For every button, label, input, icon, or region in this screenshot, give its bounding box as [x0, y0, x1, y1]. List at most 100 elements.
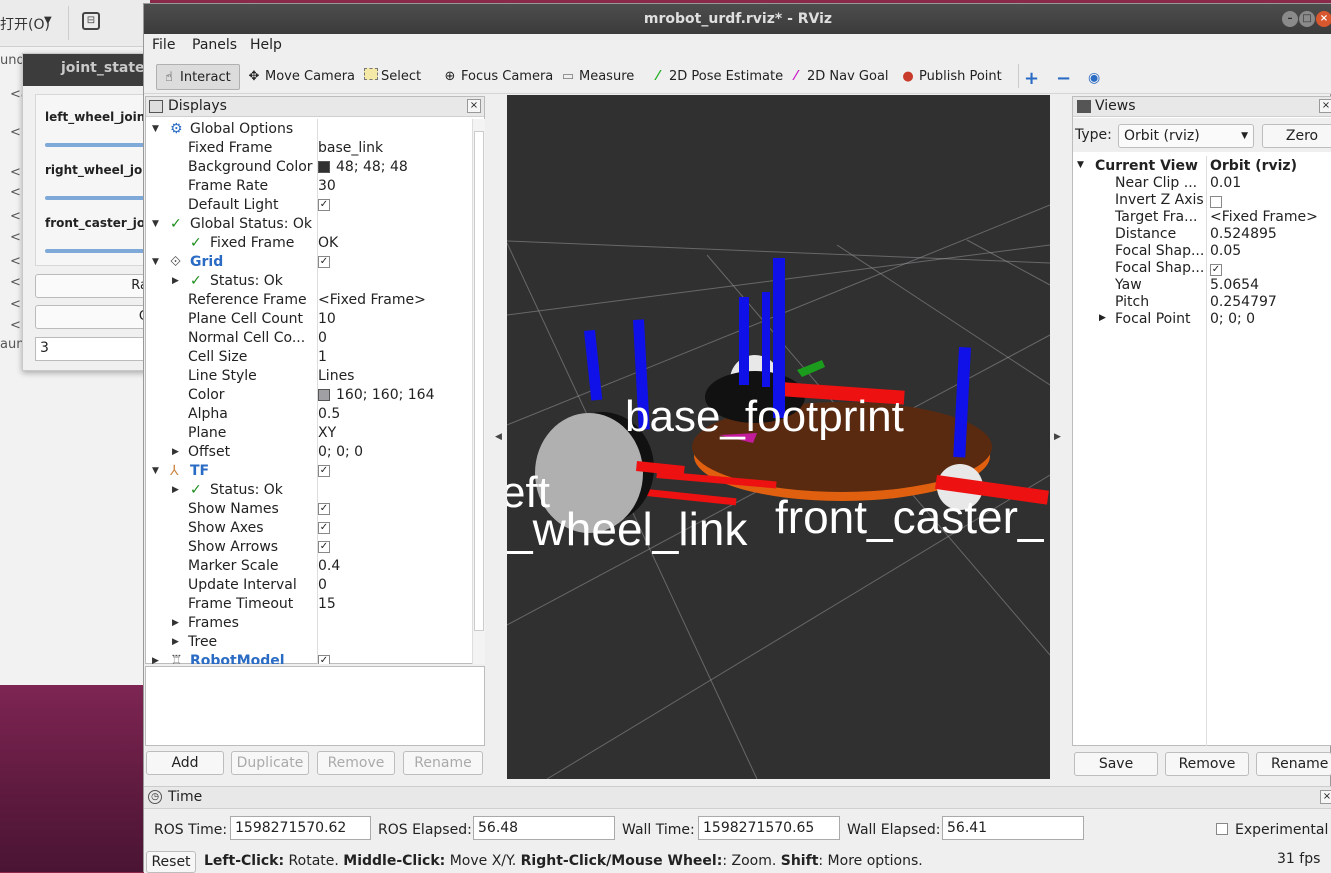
reset-button[interactable]: Reset — [146, 851, 196, 873]
prop-value[interactable]: 15 — [318, 595, 336, 614]
checkbox-checked[interactable]: ✓ — [318, 655, 330, 664]
prop-value[interactable]: 10 — [318, 310, 336, 329]
menu-panels[interactable]: Panels — [192, 37, 237, 53]
tree-row-show-arrows[interactable]: Show Arrows ✓ — [146, 538, 470, 557]
close-icon[interactable]: × — [1320, 790, 1331, 804]
tool-select[interactable]: Select — [360, 64, 425, 90]
expand-arrow-icon[interactable]: ▶ — [172, 633, 179, 652]
joint-count-input[interactable]: 3 — [35, 337, 151, 361]
checkbox-unchecked[interactable] — [1210, 196, 1222, 208]
maximize-icon[interactable]: □ — [1299, 11, 1315, 27]
eye-icon[interactable]: ◉ — [1088, 70, 1100, 86]
experimental-checkbox[interactable] — [1216, 823, 1228, 835]
tree-row-tree[interactable]: ▶ Tree — [146, 633, 470, 652]
right-wheel-slider[interactable] — [45, 196, 152, 200]
tree-row-update-interval[interactable]: Update Interval 0 — [146, 576, 470, 595]
tool-publish-point[interactable]: ● Publish Point — [896, 64, 1006, 90]
expand-arrow-icon[interactable]: ▼ — [1077, 160, 1084, 170]
tree-row-fixed-frame[interactable]: Fixed Frame base_link — [146, 139, 470, 158]
remove-button[interactable]: Remove — [317, 751, 395, 775]
collapse-right-icon[interactable]: ▶ — [1054, 432, 1061, 442]
left-wheel-slider[interactable] — [45, 143, 152, 147]
minimize-icon[interactable]: – — [1282, 11, 1298, 27]
tree-row-show-axes[interactable]: Show Axes ✓ — [146, 519, 470, 538]
remove-tool-icon[interactable]: − — [1056, 68, 1071, 89]
menu-file[interactable]: File — [152, 37, 175, 53]
front-caster-slider[interactable] — [45, 249, 152, 253]
tree-row-cell-size[interactable]: Cell Size 1 — [146, 348, 470, 367]
views-row-distance[interactable]: Distance 0.524895 — [1073, 226, 1331, 243]
tree-row-show-names[interactable]: Show Names ✓ — [146, 500, 470, 519]
checkbox-checked[interactable]: ✓ — [318, 522, 330, 534]
prop-value[interactable]: 0.5 — [318, 405, 340, 424]
tree-row-robot-model[interactable]: ▶ ♖ RobotModel ✓ — [146, 652, 470, 664]
prop-value[interactable]: <Fixed Frame> — [1210, 209, 1318, 225]
tree-row-offset[interactable]: ▶ Offset 0; 0; 0 — [146, 443, 470, 462]
open-menu[interactable]: 打开(O) — [0, 14, 50, 34]
view-type-select[interactable]: Orbit (rviz) ▼ — [1118, 124, 1254, 148]
prop-value[interactable]: 0 — [318, 576, 327, 595]
views-row-focal-shape-size[interactable]: Focal Shap... 0.05 — [1073, 243, 1331, 260]
prop-value[interactable]: base_link — [318, 139, 383, 158]
tree-row-line-style[interactable]: Line Style Lines — [146, 367, 470, 386]
expand-arrow-icon[interactable]: ▼ — [152, 215, 159, 234]
tool-2d-pose-estimate[interactable]: ⁄ 2D Pose Estimate — [646, 64, 787, 90]
wall-time-field[interactable]: 1598271570.65 — [698, 816, 840, 840]
tree-row-tf[interactable]: ▼ ⅄ TF ✓ — [146, 462, 470, 481]
prop-value[interactable]: ✓ — [318, 462, 330, 481]
render-view[interactable]: base_footprint eft _wheel_link front_cas… — [507, 95, 1050, 779]
views-row-yaw[interactable]: Yaw 5.0654 — [1073, 277, 1331, 294]
prop-value[interactable]: 0.254797 — [1210, 294, 1277, 310]
checkbox-checked[interactable]: ✓ — [318, 465, 330, 477]
prop-value[interactable]: 0 — [318, 329, 327, 348]
prop-value[interactable]: Lines — [318, 367, 354, 386]
duplicate-button[interactable]: Duplicate — [231, 751, 309, 775]
save-view-button[interactable]: Save — [1074, 752, 1158, 776]
menu-help[interactable]: Help — [250, 37, 282, 53]
checkbox-checked[interactable]: ✓ — [318, 199, 330, 211]
prop-value[interactable]: ✓ — [318, 500, 330, 519]
prop-value[interactable]: ✓ — [318, 253, 330, 272]
tool-measure[interactable]: ▭ Measure — [556, 64, 638, 90]
randomize-button[interactable]: Ra — [35, 274, 151, 298]
prop-value[interactable]: 0.4 — [318, 557, 340, 576]
displays-scrollbar[interactable] — [472, 119, 485, 664]
tool-focus-camera[interactable]: ⊕ Focus Camera — [438, 64, 557, 90]
wall-elapsed-field[interactable]: 56.41 — [942, 816, 1084, 840]
rename-button[interactable]: Rename — [403, 751, 483, 775]
prop-value[interactable]: ✓ — [318, 519, 330, 538]
prop-value[interactable]: 48; 48; 48 — [318, 158, 408, 177]
prop-value[interactable]: <Fixed Frame> — [318, 291, 426, 310]
prop-value[interactable]: 1 — [318, 348, 327, 367]
checkbox-checked[interactable]: ✓ — [1210, 264, 1222, 276]
prop-value[interactable]: 0; 0; 0 — [1210, 311, 1255, 327]
rename-view-button[interactable]: Rename — [1256, 752, 1331, 776]
prop-value[interactable]: ✓ — [318, 652, 330, 664]
tree-row-plane-cell-count[interactable]: Plane Cell Count 10 — [146, 310, 470, 329]
checkbox-checked[interactable]: ✓ — [318, 256, 330, 268]
tree-row-marker-scale[interactable]: Marker Scale 0.4 — [146, 557, 470, 576]
expand-arrow-icon[interactable]: ▶ — [172, 481, 179, 500]
close-icon[interactable]: × — [1316, 11, 1331, 27]
tree-row-plane[interactable]: Plane XY — [146, 424, 470, 443]
close-icon[interactable]: × — [467, 99, 481, 113]
prop-value[interactable]: 0.524895 — [1210, 226, 1277, 242]
expand-arrow-icon[interactable]: ▼ — [152, 120, 159, 139]
tree-row-alpha[interactable]: Alpha 0.5 — [146, 405, 470, 424]
expand-arrow-icon[interactable]: ▶ — [172, 614, 179, 633]
views-row-pitch[interactable]: Pitch 0.254797 — [1073, 294, 1331, 311]
tool-interact[interactable]: ☝ Interact — [156, 64, 240, 90]
tree-row-reference-frame[interactable]: Reference Frame <Fixed Frame> — [146, 291, 470, 310]
tool-move-camera[interactable]: ✥ Move Camera — [242, 64, 359, 90]
tree-row-fixed-frame-status[interactable]: ✓ Fixed Frame OK — [146, 234, 470, 253]
prop-value[interactable] — [1210, 194, 1222, 210]
printer-icon[interactable]: ⊟ — [82, 12, 100, 30]
prop-value[interactable]: XY — [318, 424, 336, 443]
tree-row-global-status[interactable]: ▼ ✓ Global Status: Ok — [146, 215, 470, 234]
prop-value[interactable]: 0.05 — [1210, 243, 1241, 259]
expand-arrow-icon[interactable]: ▶ — [1099, 313, 1106, 323]
tree-row-default-light[interactable]: Default Light ✓ — [146, 196, 470, 215]
scrollbar-thumb[interactable] — [474, 131, 484, 631]
zero-button[interactable]: Zero — [1262, 124, 1331, 148]
tree-row-color[interactable]: Color 160; 160; 164 — [146, 386, 470, 405]
